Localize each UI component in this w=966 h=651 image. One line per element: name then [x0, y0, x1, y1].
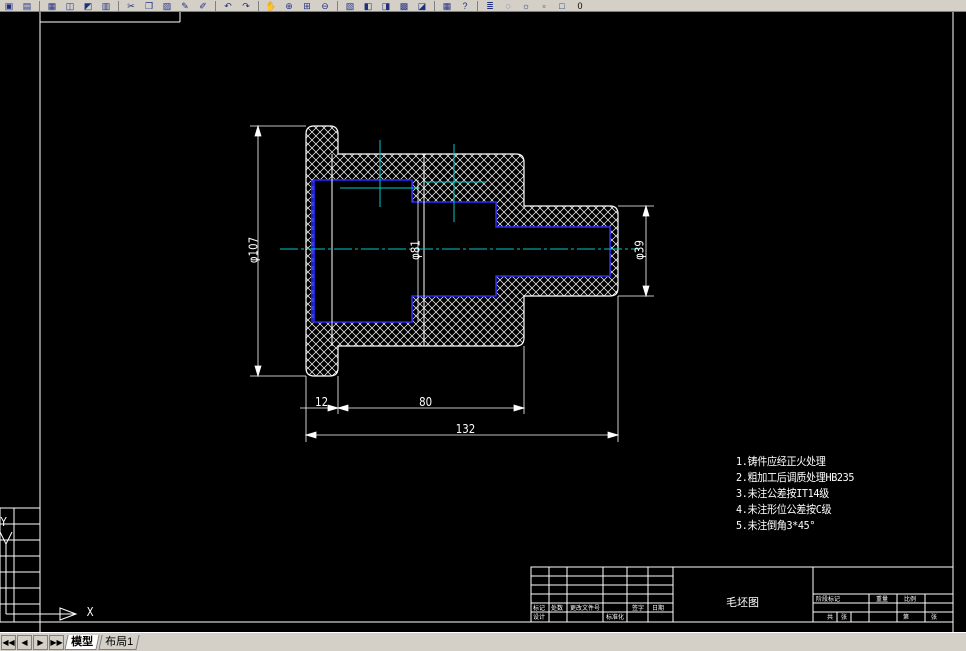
layer-value[interactable]: 0: [573, 1, 587, 11]
tab-layout1-label: 布局1: [105, 635, 134, 648]
preview-icon[interactable]: ◫: [63, 1, 77, 11]
layout-tab-bar: ◀◀ ◀ ▶ ▶▶ 模型 布局1: [0, 632, 966, 651]
sun-icon[interactable]: ☼: [519, 1, 533, 11]
tb-cell: 更改文件号: [570, 605, 601, 612]
help-icon[interactable]: ?: [458, 1, 472, 11]
dim-len-12: 12: [315, 395, 329, 409]
print-icon[interactable]: ▦: [45, 1, 59, 11]
ucs-y-label: Y: [0, 515, 7, 529]
undo-icon[interactable]: ↶: [221, 1, 235, 11]
tb-cell: 张: [931, 614, 938, 621]
first-tab-button[interactable]: ◀◀: [1, 634, 16, 650]
layers-icon[interactable]: ≣: [483, 1, 497, 11]
note-line: 4.未注形位公差按C级: [736, 503, 832, 516]
tb-cell: 张: [841, 614, 848, 621]
tb-cell: 处数: [551, 605, 564, 612]
ucs-icon: [0, 531, 78, 621]
standard-toolbar: ▣ ▤ ▦ ◫ ◩ ▥ ✂ ❐ ▨ ✎ ✐ ↶ ↷ ✋ ⊕ ⊞ ⊖ ▧ ◧ ◨ ▩ ◪ ▦? ≣ ◌ ☼ ▫ □ 0: [0, 0, 966, 12]
toolbar-separator: [434, 0, 435, 11]
sheetset-icon[interactable]: ▩: [397, 1, 411, 11]
toolbar-separator: [39, 0, 40, 11]
copy-icon[interactable]: ❐: [142, 1, 156, 11]
publish-icon[interactable]: ◩: [81, 1, 95, 11]
tb-cell: 比例: [904, 596, 917, 603]
toolbar-separator: [118, 0, 119, 11]
note-line: 3.未注公差按IT14级: [736, 487, 829, 500]
matchprop-icon[interactable]: ✎: [178, 1, 192, 11]
calc-icon[interactable]: ▦: [440, 1, 454, 11]
drawing-title: 毛坯图: [726, 596, 759, 609]
drawing-canvas[interactable]: φ107 φ81 φ39 12 80 132 X Y 1.铸件应经正火处理 2.…: [0, 12, 966, 632]
tb-cell: 签字: [632, 605, 645, 612]
note-line: 2.粗加工后调质处理HB235: [736, 471, 855, 484]
toolpalette-icon[interactable]: ◨: [379, 1, 393, 11]
zoom-realtime-icon[interactable]: ⊕: [282, 1, 296, 11]
prev-tab-button[interactable]: ◀: [17, 634, 32, 650]
dim-dia-81: φ81: [408, 240, 423, 260]
properties-icon[interactable]: ▧: [343, 1, 357, 11]
plot-icon[interactable]: ▥: [99, 1, 113, 11]
toolbar-separator: [258, 0, 259, 11]
toolbar-separator: [215, 0, 216, 11]
save-icon[interactable]: ▤: [20, 1, 34, 11]
tab-model-label: 模型: [71, 635, 94, 648]
note-line: 5.未注倒角3*45°: [736, 519, 816, 532]
drawing-svg: [0, 12, 954, 632]
tb-cell: 重量: [876, 596, 889, 603]
toolbar-separator: [337, 0, 338, 11]
next-tab-button[interactable]: ▶: [33, 634, 48, 650]
redo-icon[interactable]: ↷: [239, 1, 253, 11]
tb-cell: 共: [827, 614, 834, 621]
cut-icon[interactable]: ✂: [124, 1, 138, 11]
technical-notes: 1.铸件应经正火处理 2.粗加工后调质处理HB235 3.未注公差按IT14级 …: [736, 454, 854, 534]
tb-cell: 第: [903, 614, 910, 621]
dim-len-132: 132: [455, 422, 476, 436]
open-icon[interactable]: ▣: [2, 1, 16, 11]
tab-model[interactable]: 模型: [64, 634, 100, 650]
lock-icon[interactable]: ▫: [537, 1, 551, 11]
part-section: [305, 125, 619, 377]
tb-cell: 标记: [533, 605, 546, 612]
zoom-previous-icon[interactable]: ⊖: [318, 1, 332, 11]
note-line: 1.铸件应经正火处理: [736, 455, 826, 468]
markup-icon[interactable]: ◪: [415, 1, 429, 11]
dim-dia-39: φ39: [632, 240, 647, 260]
title-block: [530, 566, 954, 623]
pan-icon[interactable]: ✋: [264, 1, 278, 11]
ucs-x-label: X: [86, 605, 94, 619]
zoom-window-icon[interactable]: ⊞: [300, 1, 314, 11]
tb-cell: 阶段标记: [816, 596, 841, 603]
tb-cell: 设计: [533, 614, 546, 621]
paste-icon[interactable]: ▨: [160, 1, 174, 11]
toolbar-separator: [477, 0, 478, 11]
dim-len-80: 80: [419, 395, 433, 409]
last-tab-button[interactable]: ▶▶: [49, 634, 64, 650]
designcenter-icon[interactable]: ◧: [361, 1, 375, 11]
tb-cell: 标准化: [606, 614, 625, 621]
tb-cell: 日期: [652, 605, 665, 612]
tab-layout1[interactable]: 布局1: [98, 634, 140, 650]
brush-icon[interactable]: ✐: [196, 1, 210, 11]
dim-dia-107: φ107: [246, 236, 261, 264]
color-square-icon[interactable]: □: [555, 1, 569, 11]
bulb-icon[interactable]: ◌: [501, 1, 515, 11]
